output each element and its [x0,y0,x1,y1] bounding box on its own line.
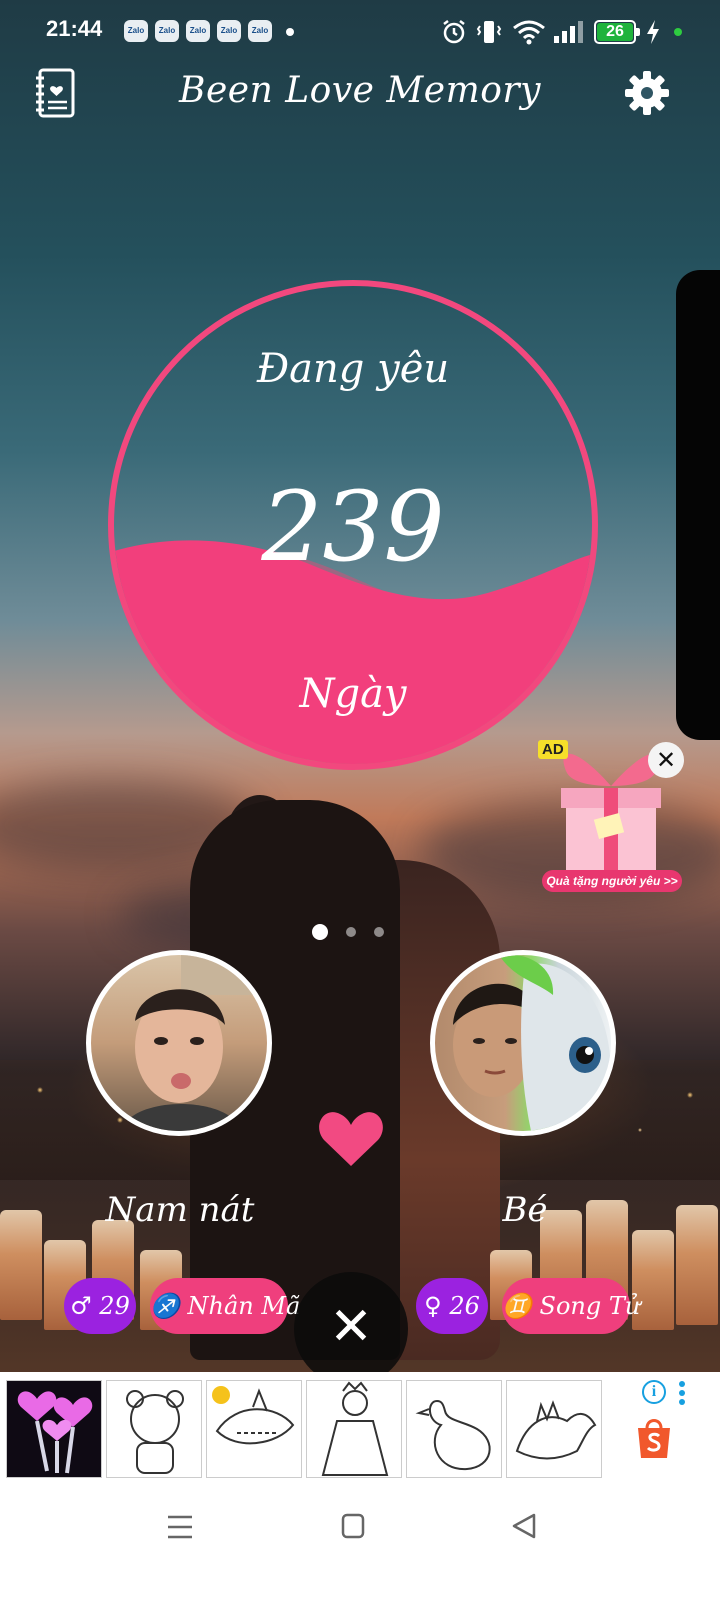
partner-right-age: 26 [449,1292,480,1320]
gear-icon[interactable] [624,70,670,116]
zalo-notification-icon: Zalo [248,20,272,42]
page-dot [374,927,384,937]
partner-left-age-badge[interactable]: ♂ 29 [64,1278,136,1334]
page-indicator [310,922,400,942]
recent-apps-icon[interactable] [166,1514,194,1540]
coloring-dragon-image [515,1400,597,1460]
ad-coloring-page[interactable] [406,1380,502,1478]
zalo-notification-icon: Zalo [124,20,148,42]
charging-icon [647,20,659,44]
candle [676,1205,718,1325]
days-count: 239 [261,471,445,583]
partner-left-age: 29 [99,1292,130,1320]
more-notifications-dot [286,28,294,36]
ad-coloring-page[interactable] [106,1380,202,1478]
ad-coloring-page[interactable] [306,1380,402,1478]
ad-banner[interactable]: i [0,1372,720,1488]
coloring-princess-image [321,1381,389,1476]
alarm-icon [443,20,465,44]
partner-right-age-badge[interactable]: ♀ 26 [416,1278,488,1334]
home-icon[interactable] [340,1512,366,1540]
days-unit-label: Ngày [299,671,407,717]
coloring-shark-image [212,1386,295,1445]
journal-heart-icon[interactable] [34,68,76,118]
person-photo-male [121,955,267,1131]
more-options-icon[interactable] [676,1380,688,1406]
zalo-notification-icon: Zalo [217,20,241,42]
heart-icon [319,1112,383,1166]
status-bar: 21:44 Zalo Zalo Zalo Zalo Zalo 26 [0,0,720,60]
page-dot [346,927,356,937]
back-icon[interactable] [510,1512,538,1540]
partner-left-zodiac: Nhân Mã [187,1292,301,1320]
battery-level: 26 [597,23,633,41]
male-icon: ♂ [70,1292,92,1320]
partner-right-zodiac: Song Tử [539,1292,641,1320]
ad-badge: AD [538,740,568,759]
privacy-indicator-dot [674,28,682,36]
female-icon: ♀ [424,1292,442,1320]
ad-product-image[interactable] [6,1380,102,1478]
love-days-counter[interactable]: Đang yêu 239 Ngày [108,280,598,770]
partner-left-avatar[interactable] [86,950,272,1136]
coloring-goose-image [415,1399,491,1471]
close-button[interactable]: ✕ [294,1272,408,1386]
gemini-icon: ♊ [502,1292,532,1320]
love-status-label: Đang yêu [256,346,450,392]
ad-coloring-page[interactable] [506,1380,602,1478]
page-dot-active [312,924,328,940]
zalo-notification-icon: Zalo [155,20,179,42]
close-ad-button[interactable]: ✕ [648,742,684,778]
ad-coloring-page[interactable] [206,1380,302,1478]
partner-right-zodiac-badge[interactable]: ♊ Song Tử [502,1278,640,1334]
candle [0,1210,42,1320]
partner-left-name[interactable]: Nam nát [90,1190,270,1230]
wifi-icon [513,20,545,45]
app-title: Been Love Memory [179,70,541,111]
gift-ad-caption[interactable]: Quà tặng người yêu >> [542,870,682,892]
shopee-icon[interactable] [636,1416,672,1460]
heart-lightstick-image [17,1391,93,1474]
sagittarius-icon: ♐ [150,1292,180,1320]
status-time: 21:44 [46,16,103,41]
battery-icon: 26 [594,20,640,44]
ad-info-icon[interactable]: i [642,1380,666,1404]
partner-right-name[interactable]: Bé [460,1190,590,1230]
zalo-notification-icon: Zalo [186,20,210,42]
signal-icon [554,21,583,43]
edge-panel-handle[interactable] [676,270,720,740]
partner-left-zodiac-badge[interactable]: ♐ Nhân Mã [150,1278,300,1334]
vibrate-icon [476,21,502,43]
person-photo-female [453,955,611,1131]
coloring-bear-image [126,1390,184,1474]
system-nav-bar [0,1488,720,1612]
partner-right-avatar[interactable] [430,950,616,1136]
